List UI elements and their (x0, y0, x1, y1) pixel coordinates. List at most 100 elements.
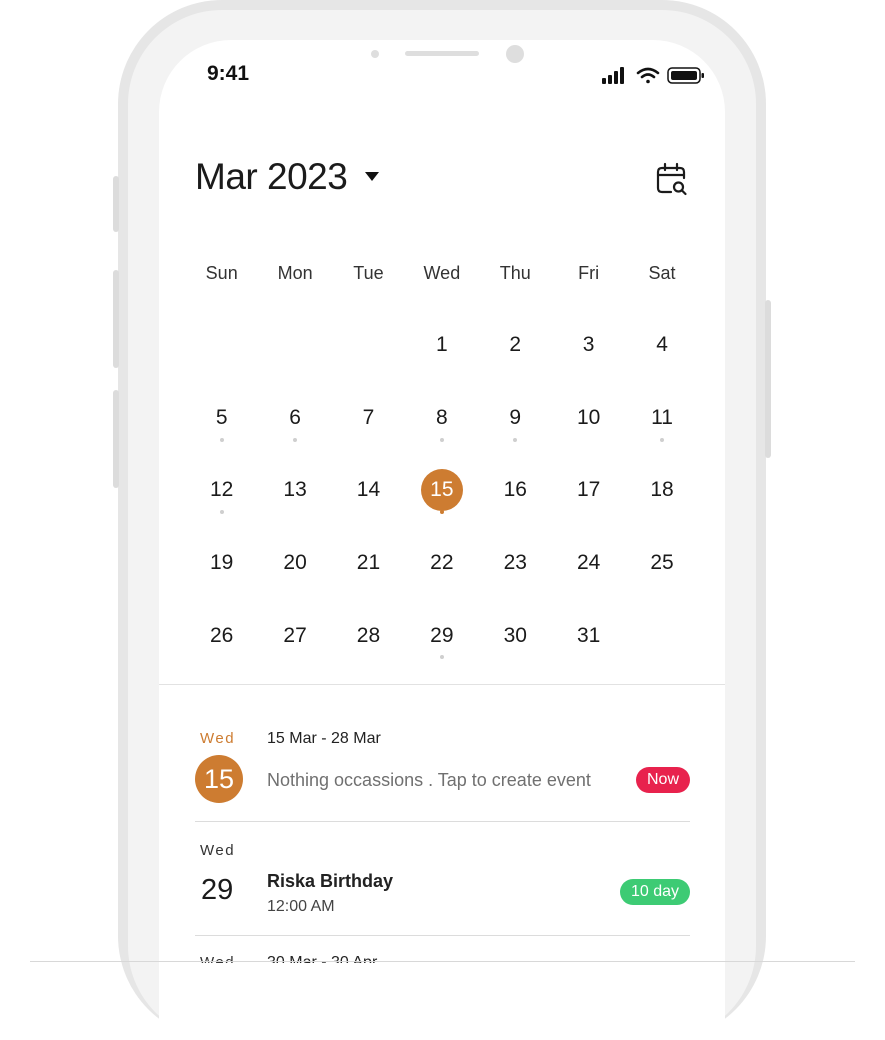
weekday-label: Tue (353, 263, 384, 283)
calendar-day[interactable]: 18 (625, 454, 698, 527)
weekday-label: Thu (499, 263, 531, 283)
month-title[interactable]: Mar 2023 (195, 156, 348, 198)
event-item[interactable]: Wed 15 15 Mar - 28 Mar Nothing occassion… (195, 730, 690, 810)
event-indicator-dot (439, 437, 444, 442)
day-number: 1 (436, 333, 448, 357)
event-item[interactable]: Wed 29 Riska Birthday 12:00 AM 10 day (195, 842, 690, 922)
calendar-day (258, 309, 331, 382)
day-number: 9 (509, 405, 522, 429)
day-number: 22 (430, 551, 454, 575)
calendar-day[interactable]: 16 (479, 454, 552, 527)
calendar-day[interactable]: 7 (332, 382, 405, 455)
calendar-day[interactable]: 4 (625, 309, 698, 382)
countdown-badge: 10 day (619, 879, 690, 905)
calendar-day[interactable]: 14 (332, 454, 405, 527)
day-number: 8 (436, 405, 448, 429)
event-indicator-dot (219, 510, 224, 515)
calendar-day[interactable]: 29 (405, 599, 478, 672)
event-indicator-dot (439, 655, 444, 660)
day-number: 15 (420, 469, 463, 512)
calendar-day (185, 309, 258, 382)
day-number: 17 (576, 478, 601, 502)
calendar-weeks: 1 2 3 4 5 6 7 8 9 10 11 12 13 14 15 16 17 18 19 20 21 22 23 24 2… (185, 309, 699, 672)
calendar-week-row: 19 20 21 22 23 24 25 (185, 527, 699, 600)
calendar-day[interactable]: 30 (479, 599, 552, 672)
day-number: 4 (656, 333, 668, 357)
list-divider (195, 821, 690, 822)
calendar-week-row: 12 13 14 15 16 17 18 (185, 454, 699, 527)
day-number: 7 (362, 405, 375, 429)
calendar-day[interactable]: 31 (552, 599, 625, 672)
calendar-day[interactable]: 3 (552, 309, 625, 382)
day-number: 31 (576, 623, 601, 647)
day-number: 26 (210, 623, 234, 647)
calendar-day[interactable]: 8 (405, 382, 478, 455)
calendar-day[interactable]: 5 (185, 382, 258, 455)
signal-icon (602, 67, 624, 84)
event-title: Riska Birthday (267, 871, 394, 891)
day-number: 12 (210, 478, 234, 502)
day-number: 24 (576, 551, 601, 575)
calendar-day[interactable]: 9 (479, 382, 552, 455)
event-indicator-dot (219, 437, 224, 442)
section-divider (159, 684, 725, 685)
side-button-power (765, 300, 771, 458)
calendar-day[interactable]: 12 (185, 454, 258, 527)
calendar-day[interactable]: 27 (258, 599, 331, 672)
calendar-day[interactable]: 13 (258, 454, 331, 527)
calendar-day[interactable]: 6 (258, 382, 331, 455)
calendar-day[interactable]: 21 (332, 527, 405, 600)
side-button-volume-up (113, 270, 119, 368)
day-number: 10 (576, 405, 601, 429)
day-number: 28 (356, 623, 381, 647)
weekday-label: Fri (578, 263, 600, 283)
calendar-day[interactable]: 10 (552, 382, 625, 455)
event-date-badge: 15 (195, 755, 243, 803)
event-empty-note[interactable]: Nothing occassions . Tap to create event (267, 770, 591, 791)
day-number: 2 (509, 333, 522, 357)
battery-icon (667, 67, 704, 84)
notch-sensor (371, 50, 379, 58)
calendar-day[interactable]: 19 (185, 527, 258, 600)
calendar-day[interactable]: 2 (479, 309, 552, 382)
calendar-week-row: 5 6 7 8 9 10 11 (185, 382, 699, 455)
calendar-day[interactable]: 20 (258, 527, 331, 600)
day-number: 18 (650, 478, 674, 502)
day-number: 27 (283, 623, 307, 647)
day-number: 21 (356, 551, 381, 575)
calendar-day[interactable]: 22 (405, 527, 478, 600)
list-divider (195, 935, 690, 936)
calendar-day[interactable]: 28 (332, 599, 405, 672)
day-number: 5 (215, 405, 228, 429)
calendar-week-row: 26 27 28 29 30 31 (185, 599, 699, 672)
calendar-day[interactable]: 23 (479, 527, 552, 600)
day-number: 11 (651, 405, 673, 429)
calendar-day[interactable]: 24 (552, 527, 625, 600)
event-date-range: 15 Mar - 28 Mar (267, 730, 381, 747)
calendar-day-selected[interactable]: 15 (405, 454, 478, 527)
event-indicator-dot (513, 437, 518, 442)
calendar-day[interactable]: 25 (625, 527, 698, 600)
day-number: 30 (503, 623, 527, 647)
day-number: 16 (503, 478, 527, 502)
front-camera (506, 45, 524, 63)
calendar-day[interactable]: 26 (185, 599, 258, 672)
wifi-icon (636, 67, 660, 84)
calendar-grid: Sun Mon Tue Wed Thu Fri Sat 1 2 3 4 5 6 7 8 9 10 1… (185, 255, 699, 672)
crop-line (30, 961, 855, 962)
day-number: 19 (210, 551, 234, 575)
day-number: 14 (356, 478, 381, 502)
event-indicator-dot (660, 437, 665, 442)
calendar-day (332, 309, 405, 382)
calendar-search-icon[interactable] (654, 162, 690, 198)
day-number: 13 (283, 478, 307, 502)
calendar-day[interactable]: 17 (552, 454, 625, 527)
calendar-day[interactable]: 11 (625, 382, 698, 455)
notch-speaker (405, 51, 479, 56)
weekday-label: Sat (648, 263, 676, 283)
calendar-day[interactable]: 1 (405, 309, 478, 382)
weekday-header: Sun Mon Tue Wed Thu Fri Sat (185, 255, 699, 291)
caret-down-icon[interactable] (365, 172, 379, 181)
day-number: 20 (283, 551, 307, 575)
calendar-day (625, 599, 698, 672)
